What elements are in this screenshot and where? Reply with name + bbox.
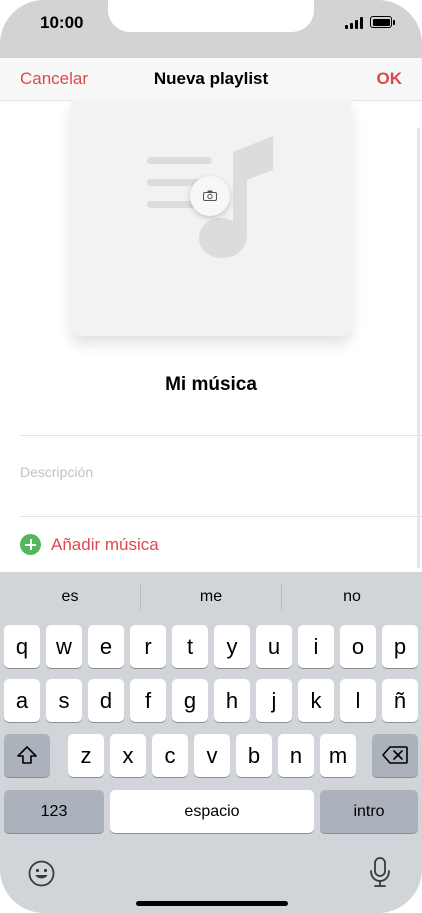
key-f[interactable]: f (130, 679, 166, 722)
navigation-bar: Cancelar Nueva playlist OK (0, 58, 422, 101)
key-x[interactable]: x (110, 734, 146, 777)
key-g[interactable]: g (172, 679, 208, 722)
key-i[interactable]: i (298, 625, 334, 668)
signal-icon (345, 16, 365, 29)
key-z[interactable]: z (68, 734, 104, 777)
divider (20, 435, 422, 436)
shift-key[interactable] (4, 734, 50, 777)
divider (20, 516, 422, 517)
add-music-label: Añadir música (51, 535, 159, 554)
key-v[interactable]: v (194, 734, 230, 777)
camera-icon (203, 190, 217, 201)
key-y[interactable]: y (214, 625, 250, 668)
add-icon (20, 534, 41, 555)
key-j[interactable]: j (256, 679, 292, 722)
space-key[interactable]: espacio (110, 790, 314, 833)
backspace-icon (382, 746, 408, 764)
key-q[interactable]: q (4, 625, 40, 668)
phone-screen: 10:00 Cancelar Nueva playlist OK Mi músi… (0, 0, 422, 913)
playlist-name-field[interactable]: Mi música (0, 374, 422, 396)
emoji-icon (28, 860, 55, 887)
battery-tip (393, 20, 395, 25)
backspace-key[interactable] (372, 734, 418, 777)
ok-button[interactable]: OK (377, 69, 403, 89)
key-n-tilde[interactable]: ñ (382, 679, 418, 722)
key-l[interactable]: l (340, 679, 376, 722)
key-d[interactable]: d (88, 679, 124, 722)
key-s[interactable]: s (46, 679, 82, 722)
key-p[interactable]: p (382, 625, 418, 668)
key-t[interactable]: t (172, 625, 208, 668)
key-h[interactable]: h (214, 679, 250, 722)
camera-button[interactable] (190, 176, 230, 216)
description-field[interactable]: Descripción (20, 464, 93, 480)
page-title: Nueva playlist (153, 69, 269, 88)
key-b[interactable]: b (236, 734, 272, 777)
return-key[interactable]: intro (320, 790, 418, 833)
suggestion-item[interactable]: me (141, 588, 281, 606)
key-m[interactable]: m (320, 734, 356, 777)
shift-icon (17, 746, 37, 764)
emoji-button[interactable] (28, 860, 55, 892)
playlist-artwork[interactable] (71, 100, 351, 336)
key-c[interactable]: c (152, 734, 188, 777)
key-w[interactable]: w (46, 625, 82, 668)
key-e[interactable]: e (88, 625, 124, 668)
status-bar: 10:00 (0, 0, 422, 58)
key-n[interactable]: n (278, 734, 314, 777)
battery-icon (370, 16, 392, 28)
suggestion-bar: es me no (0, 572, 422, 622)
home-indicator[interactable] (136, 901, 288, 906)
key-a[interactable]: a (4, 679, 40, 722)
key-r[interactable]: r (130, 625, 166, 668)
scroll-indicator[interactable] (417, 128, 420, 568)
key-u[interactable]: u (256, 625, 292, 668)
suggestion-item[interactable]: es (0, 588, 140, 606)
notch (108, 0, 314, 32)
key-k[interactable]: k (298, 679, 334, 722)
key-o[interactable]: o (340, 625, 376, 668)
keyboard: es me no q w e r t y u i o p a s d f g h… (0, 572, 422, 913)
microphone-icon (370, 857, 390, 887)
dictation-button[interactable] (369, 857, 391, 893)
suggestion-item[interactable]: no (282, 588, 422, 606)
numbers-key[interactable]: 123 (4, 790, 104, 833)
status-time: 10:00 (40, 13, 84, 32)
